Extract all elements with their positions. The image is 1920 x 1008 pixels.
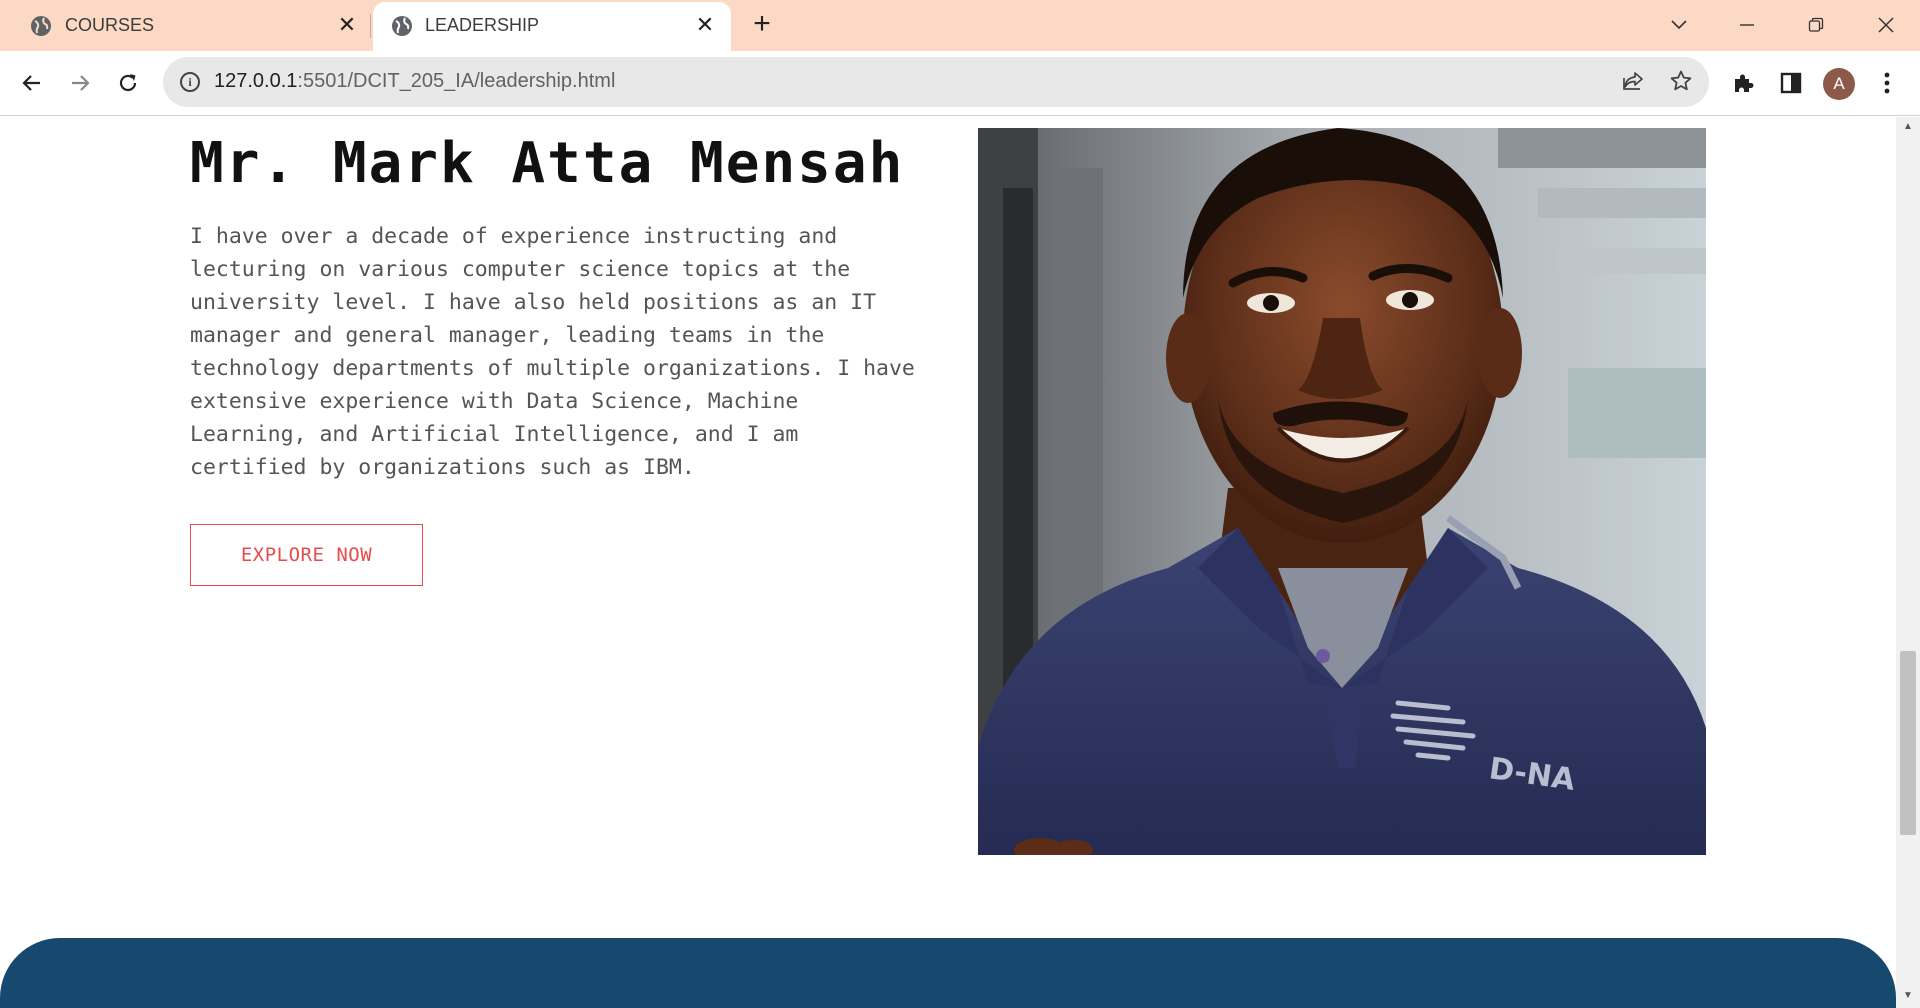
share-icon[interactable]: [1620, 69, 1646, 95]
site-info-icon[interactable]: i: [180, 72, 200, 92]
close-tab-icon[interactable]: ✕: [335, 13, 359, 37]
page-scrollbar[interactable]: ▲ ▼: [1896, 117, 1920, 1008]
leader-portrait-photo: D-NA: [978, 128, 1706, 855]
tab-courses[interactable]: COURSES ✕: [0, 0, 370, 51]
scroll-up-arrow-icon[interactable]: ▲: [1902, 121, 1914, 133]
restore-icon[interactable]: [1796, 8, 1836, 42]
globe-icon: [31, 16, 51, 36]
page-content: Mr. Mark Atta Mensah I have over a decad…: [0, 117, 1896, 1008]
menu-kebab-icon[interactable]: [1872, 68, 1902, 98]
explore-now-button[interactable]: EXPLORE NOW: [190, 524, 423, 586]
leader-name: Mr. Mark Atta Mensah: [190, 131, 905, 196]
tab-divider: [370, 14, 371, 38]
url-text: 127.0.0.1:5501/DCIT_205_IA/leadership.ht…: [214, 70, 616, 92]
footer-section-band: [0, 938, 1896, 1008]
bookmark-star-icon[interactable]: [1668, 69, 1694, 95]
scrollbar-thumb[interactable]: [1900, 651, 1916, 835]
forward-icon[interactable]: [64, 67, 96, 99]
minimize-icon[interactable]: [1727, 8, 1767, 42]
scroll-down-arrow-icon[interactable]: ▼: [1902, 990, 1914, 1002]
tab-title: LEADERSHIP: [425, 15, 540, 35]
leader-bio: I have over a decade of experience instr…: [190, 224, 915, 480]
profile-avatar[interactable]: A: [1823, 68, 1855, 100]
address-bar[interactable]: i 127.0.0.1:5501/DCIT_205_IA/leadership.…: [163, 57, 1709, 107]
close-tab-icon[interactable]: ✕: [693, 13, 717, 37]
tab-search-icon[interactable]: [1659, 8, 1699, 42]
back-icon[interactable]: [16, 67, 48, 99]
globe-icon: [392, 16, 412, 36]
side-panel-icon[interactable]: [1776, 68, 1806, 98]
new-tab-button[interactable]: +: [747, 9, 777, 40]
tab-leadership[interactable]: LEADERSHIP ✕: [373, 2, 731, 51]
browser-toolbar: i 127.0.0.1:5501/DCIT_205_IA/leadership.…: [0, 51, 1920, 116]
reload-icon[interactable]: [112, 67, 144, 99]
close-window-icon[interactable]: [1866, 8, 1906, 42]
tab-strip: COURSES ✕ LEADERSHIP ✕ +: [0, 0, 1920, 51]
extensions-icon[interactable]: [1728, 68, 1758, 98]
tab-title: COURSES: [65, 15, 155, 35]
